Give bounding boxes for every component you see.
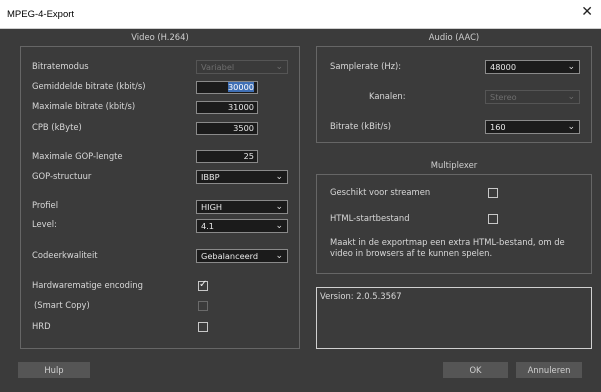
hrd-label: HRD <box>32 321 51 331</box>
bitrate-mode-label: Bitratemodus <box>32 61 89 71</box>
audio-bitrate-label: Bitrate (kBit/s) <box>330 121 391 131</box>
samplerate-label: Samplerate (Hz): <box>330 61 402 71</box>
window-title: MPEG-4-Export <box>7 9 75 20</box>
audio-bitrate-select[interactable]: 160 ⌄ <box>485 120 580 134</box>
cpb-input[interactable]: 3500 <box>196 122 258 135</box>
smart-copy-checkbox <box>198 301 208 311</box>
audio-section-header: Audio (AAC) <box>428 32 480 42</box>
samplerate-value: 48000 <box>490 62 517 72</box>
gop-structure-select[interactable]: IBBP ⌄ <box>196 170 288 184</box>
gop-length-label: Maximale GOP-lengte <box>32 151 123 161</box>
multiplexer-description-line1: Maakt in de exportmap een extra HTML-bes… <box>330 237 565 247</box>
profile-value: HIGH <box>201 202 223 212</box>
hw-encoding-checkbox[interactable]: ✓ <box>198 279 208 291</box>
html-start-checkbox[interactable] <box>488 214 498 224</box>
chevron-down-icon: ⌄ <box>567 92 575 102</box>
gop-structure-value: IBBP <box>201 172 220 182</box>
gop-length-input[interactable]: 25 <box>196 150 258 163</box>
level-label: Level: <box>32 219 57 229</box>
level-value: 4.1 <box>201 221 215 231</box>
audio-bitrate-value: 160 <box>490 122 506 132</box>
version-text: Version: 2.0.5.3567 <box>320 291 402 301</box>
quality-value: Gebalanceerd <box>201 251 259 261</box>
channels-value: Stereo <box>490 92 517 102</box>
multiplexer-section-header: Multiplexer <box>430 160 478 170</box>
chevron-down-icon: ⌄ <box>275 221 283 231</box>
streaming-checkbox[interactable] <box>488 188 498 198</box>
multiplexer-description-line2: video in browsers af te kunnen spelen. <box>330 248 493 258</box>
title-bar: MPEG-4-Export ✕ <box>0 0 601 29</box>
chevron-down-icon: ⌄ <box>275 202 283 212</box>
chevron-down-icon: ⌄ <box>567 122 575 132</box>
avg-bitrate-value: 30000 <box>227 82 254 92</box>
max-bitrate-input[interactable]: 31000 <box>196 101 258 114</box>
ok-button[interactable]: OK <box>443 362 508 378</box>
chevron-down-icon: ⌄ <box>275 62 283 72</box>
cancel-button[interactable]: Annuleren <box>516 362 582 378</box>
export-dialog: MPEG-4-Export ✕ Video (H.264) Bitratemod… <box>0 0 601 392</box>
channels-select: Stereo ⌄ <box>485 90 580 104</box>
chevron-down-icon: ⌄ <box>567 62 575 72</box>
close-icon[interactable]: ✕ <box>581 5 593 19</box>
bitrate-mode-select: Variabel ⌄ <box>196 60 288 74</box>
video-section-header: Video (H.264) <box>131 32 189 42</box>
cpb-label: CPB (kByte) <box>32 122 82 132</box>
samplerate-select[interactable]: 48000 ⌄ <box>485 60 580 74</box>
level-select[interactable]: 4.1 ⌄ <box>196 219 288 233</box>
avg-bitrate-input[interactable]: 30000 <box>196 81 258 94</box>
profile-label: Profiel <box>32 200 59 210</box>
channels-label: Kanalen: <box>369 91 406 101</box>
version-info-box: Version: 2.0.5.3567 <box>316 287 592 349</box>
avg-bitrate-label: Gemiddelde bitrate (kbit/s) <box>32 81 146 91</box>
max-bitrate-label: Maximale bitrate (kbit/s) <box>32 101 136 111</box>
help-button[interactable]: Hulp <box>18 362 90 378</box>
smart-copy-label: (Smart Copy) <box>34 300 90 310</box>
quality-select[interactable]: Gebalanceerd ⌄ <box>196 249 288 263</box>
hrd-checkbox[interactable] <box>198 322 208 332</box>
checkmark-icon: ✓ <box>199 279 208 290</box>
streaming-label: Geschikt voor streamen <box>330 187 431 197</box>
gop-structure-label: GOP-structuur <box>32 171 92 181</box>
quality-label: Codeerkwaliteit <box>32 250 98 260</box>
chevron-down-icon: ⌄ <box>275 251 283 261</box>
bitrate-mode-value: Variabel <box>201 62 235 72</box>
html-start-label: HTML-startbestand <box>330 213 410 223</box>
hw-encoding-label: Hardwarematige encoding <box>32 280 143 290</box>
chevron-down-icon: ⌄ <box>275 172 283 182</box>
profile-select[interactable]: HIGH ⌄ <box>196 200 288 214</box>
